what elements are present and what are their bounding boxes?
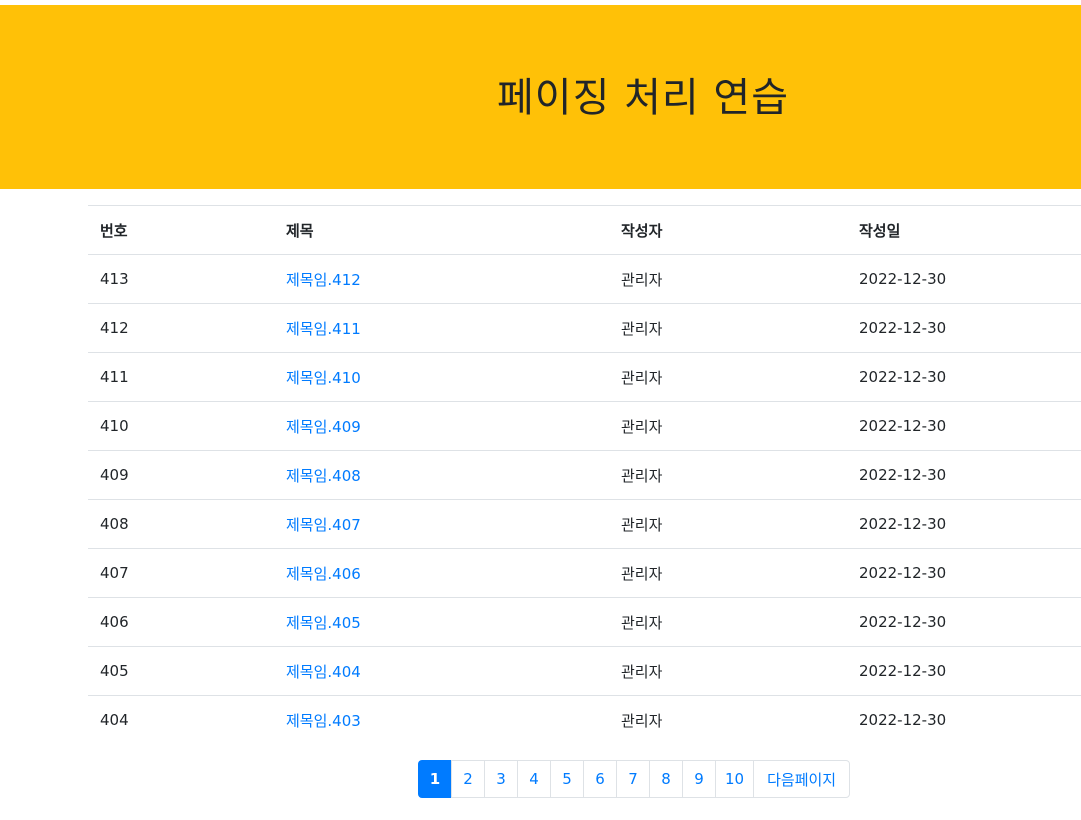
row-title-link[interactable]: 제목임.405	[286, 614, 361, 632]
row-date: 2022-12-30	[847, 450, 1081, 500]
page-button-4[interactable]: 4	[517, 760, 551, 798]
page-button-7[interactable]: 7	[616, 760, 650, 798]
row-no: 407	[88, 548, 274, 598]
row-date: 2022-12-30	[847, 401, 1081, 451]
row-no: 405	[88, 646, 274, 696]
column-header-no: 번호	[88, 205, 274, 255]
row-no: 410	[88, 401, 274, 451]
page-button-8[interactable]: 8	[649, 760, 683, 798]
page-button-1[interactable]: 1	[418, 760, 452, 798]
row-title-cell: 제목임.410	[274, 352, 609, 402]
row-no: 409	[88, 450, 274, 500]
row-title-link[interactable]: 제목임.407	[286, 516, 361, 534]
board-table: 번호 제목 작성자 작성일 413 제목임.412 관리자 2022-12-30…	[88, 205, 1081, 745]
table-row: 411 제목임.410 관리자 2022-12-30	[88, 352, 1081, 402]
row-title-link[interactable]: 제목임.403	[286, 712, 361, 730]
row-title-link[interactable]: 제목임.412	[286, 271, 361, 289]
row-title-cell: 제목임.405	[274, 597, 609, 647]
row-no: 411	[88, 352, 274, 402]
row-title-cell: 제목임.406	[274, 548, 609, 598]
row-date: 2022-12-30	[847, 597, 1081, 647]
row-no: 406	[88, 597, 274, 647]
page-button-5[interactable]: 5	[550, 760, 584, 798]
table-row: 406 제목임.405 관리자 2022-12-30	[88, 597, 1081, 647]
row-no: 413	[88, 254, 274, 304]
row-title-link[interactable]: 제목임.411	[286, 320, 361, 338]
column-header-writer: 작성자	[609, 205, 847, 255]
page-button-3[interactable]: 3	[484, 760, 518, 798]
row-title-link[interactable]: 제목임.406	[286, 565, 361, 583]
row-writer: 관리자	[609, 597, 847, 647]
row-no: 412	[88, 303, 274, 353]
row-title-link[interactable]: 제목임.410	[286, 369, 361, 387]
row-title-link[interactable]: 제목임.404	[286, 663, 361, 681]
row-title-cell: 제목임.404	[274, 646, 609, 696]
table-row: 413 제목임.412 관리자 2022-12-30	[88, 254, 1081, 304]
row-title-cell: 제목임.412	[274, 254, 609, 304]
table-row: 407 제목임.406 관리자 2022-12-30	[88, 548, 1081, 598]
table-row: 412 제목임.411 관리자 2022-12-30	[88, 303, 1081, 353]
column-header-title: 제목	[274, 205, 609, 255]
page-button-2[interactable]: 2	[451, 760, 485, 798]
page-title: 페이징 처리 연습	[496, 75, 790, 121]
row-date: 2022-12-30	[847, 646, 1081, 696]
table-header-row: 번호 제목 작성자 작성일	[88, 205, 1081, 255]
row-writer: 관리자	[609, 352, 847, 402]
pagination: 1 2 3 4 5 6 7 8 9 10 다음페이지	[418, 760, 851, 798]
row-writer: 관리자	[609, 499, 847, 549]
row-title-link[interactable]: 제목임.409	[286, 418, 361, 436]
table-row: 405 제목임.404 관리자 2022-12-30	[88, 646, 1081, 696]
row-date: 2022-12-30	[847, 303, 1081, 353]
row-title-cell: 제목임.411	[274, 303, 609, 353]
header-banner: 페이징 처리 연습	[0, 5, 1081, 189]
row-title-cell: 제목임.403	[274, 695, 609, 745]
row-title-link[interactable]: 제목임.408	[286, 467, 361, 485]
next-page-button[interactable]: 다음페이지	[753, 760, 851, 798]
row-writer: 관리자	[609, 695, 847, 745]
row-title-cell: 제목임.407	[274, 499, 609, 549]
column-header-date: 작성일	[847, 205, 1081, 255]
row-no: 408	[88, 499, 274, 549]
row-writer: 관리자	[609, 646, 847, 696]
row-title-cell: 제목임.408	[274, 450, 609, 500]
page-button-6[interactable]: 6	[583, 760, 617, 798]
row-date: 2022-12-30	[847, 499, 1081, 549]
row-title-cell: 제목임.409	[274, 401, 609, 451]
row-writer: 관리자	[609, 254, 847, 304]
table-row: 404 제목임.403 관리자 2022-12-30	[88, 695, 1081, 745]
page-button-9[interactable]: 9	[682, 760, 716, 798]
table-row: 408 제목임.407 관리자 2022-12-30	[88, 499, 1081, 549]
row-date: 2022-12-30	[847, 695, 1081, 745]
row-writer: 관리자	[609, 548, 847, 598]
table-row: 410 제목임.409 관리자 2022-12-30	[88, 401, 1081, 451]
row-writer: 관리자	[609, 450, 847, 500]
page-button-10[interactable]: 10	[715, 760, 755, 798]
row-writer: 관리자	[609, 401, 847, 451]
table-row: 409 제목임.408 관리자 2022-12-30	[88, 450, 1081, 500]
row-date: 2022-12-30	[847, 548, 1081, 598]
row-date: 2022-12-30	[847, 254, 1081, 304]
row-no: 404	[88, 695, 274, 745]
row-date: 2022-12-30	[847, 352, 1081, 402]
row-writer: 관리자	[609, 303, 847, 353]
